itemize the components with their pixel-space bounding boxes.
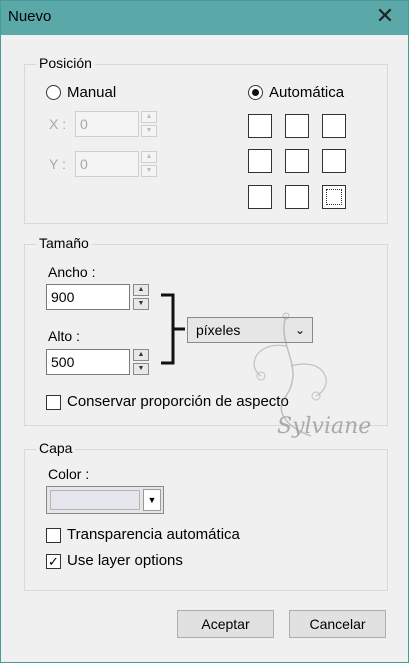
y-stepper[interactable]: ▲ ▼ bbox=[141, 151, 157, 177]
anchor-bottom-left[interactable] bbox=[248, 185, 272, 209]
color-swatch bbox=[50, 490, 140, 510]
x-input[interactable]: 0 bbox=[75, 111, 139, 137]
accept-button[interactable]: Aceptar bbox=[177, 610, 274, 638]
height-up-icon[interactable]: ▲ bbox=[133, 349, 149, 361]
auto-radio[interactable] bbox=[248, 85, 263, 100]
anchor-top-right[interactable] bbox=[322, 114, 346, 138]
x-stepper[interactable]: ▲ ▼ bbox=[141, 111, 157, 137]
anchor-middle-right[interactable] bbox=[322, 149, 346, 173]
height-input[interactable]: 500 bbox=[46, 349, 130, 375]
keep-ratio-checkbox[interactable] bbox=[46, 395, 61, 410]
y-input[interactable]: 0 bbox=[75, 151, 139, 177]
auto-transparency-checkbox[interactable] bbox=[46, 528, 61, 543]
y-label: Y : bbox=[49, 156, 66, 172]
cancel-button[interactable]: Cancelar bbox=[289, 610, 386, 638]
title-bar: Nuevo ✕ bbox=[1, 1, 408, 35]
layer-options-label[interactable]: Use layer options bbox=[67, 552, 183, 569]
x-up-icon[interactable]: ▲ bbox=[141, 111, 157, 123]
anchor-middle-center[interactable] bbox=[285, 149, 309, 173]
anchor-middle-left[interactable] bbox=[248, 149, 272, 173]
anchor-bottom-right[interactable] bbox=[322, 185, 346, 209]
width-input[interactable]: 900 bbox=[46, 284, 130, 310]
y-up-icon[interactable]: ▲ bbox=[141, 151, 157, 163]
close-icon[interactable]: ✕ bbox=[374, 5, 396, 27]
layer-group-label: Capa bbox=[36, 440, 76, 456]
x-label: X : bbox=[49, 116, 67, 132]
new-dialog: Nuevo ✕ Posición Manual Automática X : 0… bbox=[0, 0, 409, 663]
width-up-icon[interactable]: ▲ bbox=[133, 284, 149, 296]
manual-radio[interactable] bbox=[46, 85, 61, 100]
size-group-label: Tamaño bbox=[36, 235, 92, 251]
manual-radio-label[interactable]: Manual bbox=[67, 84, 116, 101]
position-group-label: Posición bbox=[36, 55, 95, 71]
dialog-title: Nuevo bbox=[8, 8, 52, 25]
color-picker[interactable]: ▼ bbox=[46, 486, 164, 514]
anchor-bottom-center[interactable] bbox=[285, 185, 309, 209]
width-stepper[interactable]: ▲ ▼ bbox=[133, 284, 149, 310]
anchor-top-left[interactable] bbox=[248, 114, 272, 138]
height-down-icon[interactable]: ▼ bbox=[133, 363, 149, 375]
auto-transparency-label[interactable]: Transparencia automática bbox=[67, 526, 240, 543]
dropdown-arrow-icon: ▼ bbox=[147, 495, 157, 505]
color-field-label: Color : bbox=[48, 466, 90, 482]
color-dropdown-button[interactable]: ▼ bbox=[143, 489, 161, 511]
height-label: Alto : bbox=[48, 328, 80, 344]
anchor-top-center[interactable] bbox=[285, 114, 309, 138]
x-down-icon[interactable]: ▼ bbox=[141, 125, 157, 137]
layer-options-checkbox[interactable]: ✓ bbox=[46, 554, 61, 569]
height-stepper[interactable]: ▲ ▼ bbox=[133, 349, 149, 375]
watermark-signature: Sylviane bbox=[277, 414, 372, 439]
link-bracket-icon bbox=[161, 293, 185, 365]
auto-radio-label[interactable]: Automática bbox=[269, 84, 344, 101]
width-down-icon[interactable]: ▼ bbox=[133, 298, 149, 310]
y-down-icon[interactable]: ▼ bbox=[141, 165, 157, 177]
width-label: Ancho : bbox=[48, 264, 96, 280]
